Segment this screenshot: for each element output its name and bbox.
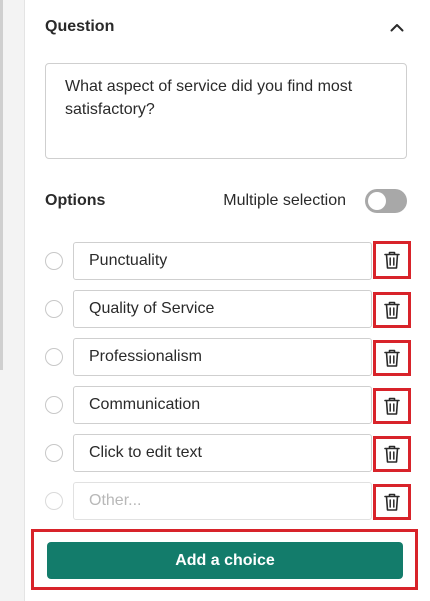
- option-row: Quality of Service: [45, 290, 415, 330]
- other-option-input[interactable]: Other...: [73, 482, 372, 520]
- delete-option-button[interactable]: [373, 241, 411, 279]
- option-label: Click to edit text: [89, 444, 202, 461]
- options-title: Options: [45, 192, 106, 209]
- multiple-selection-toggle[interactable]: [365, 189, 407, 213]
- trash-icon: [384, 445, 400, 463]
- chevron-up-icon[interactable]: [387, 17, 407, 37]
- question-text-area[interactable]: What aspect of service did you find most…: [45, 63, 407, 159]
- option-row: Communication: [45, 386, 415, 426]
- trash-icon: [384, 397, 400, 415]
- option-radio[interactable]: [45, 252, 63, 270]
- option-label: Professionalism: [89, 348, 202, 365]
- option-label: Punctuality: [89, 252, 168, 269]
- toggle-knob: [368, 192, 386, 210]
- option-radio[interactable]: [45, 492, 63, 510]
- option-radio[interactable]: [45, 300, 63, 318]
- option-input[interactable]: Communication: [73, 386, 372, 424]
- delete-option-button[interactable]: [373, 436, 411, 472]
- question-header[interactable]: Question: [45, 16, 407, 38]
- trash-icon: [384, 349, 400, 367]
- option-label: Quality of Service: [89, 300, 215, 317]
- option-input[interactable]: Professionalism: [73, 338, 372, 376]
- option-input[interactable]: Click to edit text: [73, 434, 372, 472]
- option-row: Punctuality: [45, 241, 415, 282]
- other-option-row: Other...: [45, 482, 415, 522]
- other-option-placeholder: Other...: [89, 492, 142, 509]
- left-divider: [0, 0, 3, 370]
- options-header: Options Multiple selection: [45, 188, 407, 214]
- multiple-selection-label: Multiple selection: [223, 192, 346, 209]
- delete-option-button[interactable]: [373, 484, 411, 520]
- option-row: Click to edit text: [45, 434, 415, 474]
- question-text: What aspect of service did you find most…: [65, 78, 353, 118]
- trash-icon: [384, 301, 400, 319]
- option-radio[interactable]: [45, 444, 63, 462]
- question-editor-panel: Question What aspect of service did you …: [24, 0, 430, 601]
- option-radio[interactable]: [45, 348, 63, 366]
- delete-option-button[interactable]: [373, 388, 411, 424]
- trash-icon: [384, 251, 400, 269]
- trash-icon: [384, 493, 400, 511]
- option-row: Professionalism: [45, 338, 415, 378]
- option-label: Communication: [89, 396, 201, 413]
- add-choice-button[interactable]: Add a choice: [47, 542, 403, 579]
- option-input[interactable]: Punctuality: [73, 242, 372, 280]
- option-input[interactable]: Quality of Service: [73, 290, 372, 328]
- delete-option-button[interactable]: [373, 292, 411, 328]
- add-choice-highlight: Add a choice: [31, 529, 418, 590]
- option-radio[interactable]: [45, 396, 63, 414]
- multiple-selection-control: Multiple selection: [223, 189, 407, 213]
- delete-option-button[interactable]: [373, 340, 411, 376]
- section-title: Question: [45, 18, 115, 35]
